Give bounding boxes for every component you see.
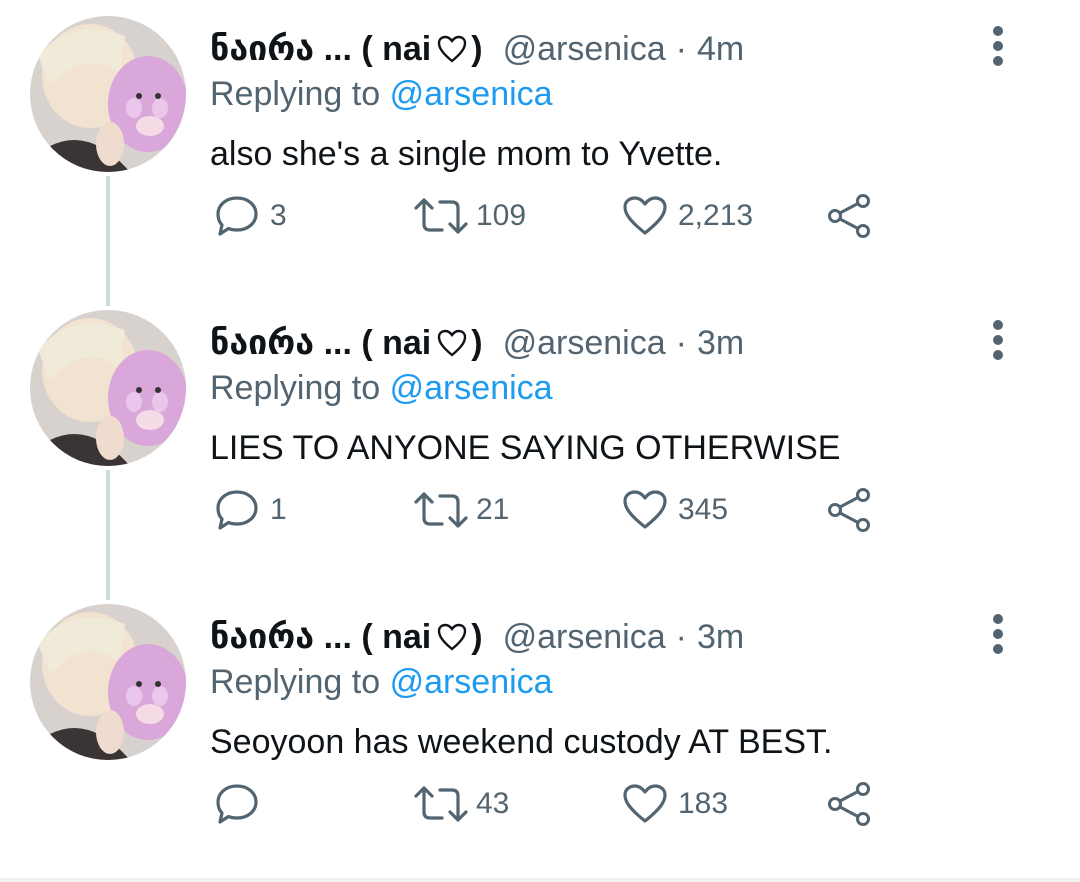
avatar[interactable] xyxy=(30,310,186,466)
replying-to-mention[interactable]: @arsenica xyxy=(390,75,553,113)
reply-count: 3 xyxy=(270,199,287,232)
replying-to-label: Replying to xyxy=(210,369,381,407)
replying-to-label: Replying to xyxy=(210,663,381,701)
tweet[interactable]: ნაირა ... ( nai ) @arsenica · 3m Replyin… xyxy=(0,588,1080,882)
replying-to-label: Replying to xyxy=(210,75,381,113)
retweet-icon xyxy=(414,198,468,234)
heart-icon xyxy=(438,329,467,357)
retweet-icon xyxy=(414,492,468,528)
retweet-count: 21 xyxy=(476,493,510,526)
timestamp[interactable]: 3m xyxy=(697,318,744,368)
like-count: 345 xyxy=(678,493,729,526)
heart-icon xyxy=(438,35,467,63)
replying-to: Replying to @arsenica xyxy=(210,658,553,706)
action-bar: 1 21 345 xyxy=(0,484,1080,536)
tweet-text: Seoyoon has weekend custody AT BEST. xyxy=(210,723,833,761)
user-handle[interactable]: @arsenica xyxy=(503,24,666,74)
share-button[interactable] xyxy=(826,484,872,536)
share-icon xyxy=(828,488,870,532)
tweet[interactable]: ნაირა ... ( nai ) @arsenica · 3m Replyin… xyxy=(0,294,1080,588)
share-icon xyxy=(828,782,870,826)
tweet-text: LIES TO ANYONE SAYING OTHERWISE xyxy=(210,429,841,467)
like-button[interactable]: 2,213 xyxy=(622,190,753,242)
avatar[interactable] xyxy=(30,604,186,760)
avatar-image xyxy=(30,604,186,760)
like-button[interactable]: 183 xyxy=(622,778,728,830)
more-options-icon[interactable] xyxy=(984,24,1012,68)
action-bar: 3 109 2,213 xyxy=(0,190,1080,242)
tweet-text: also she's a single mom to Yvette. xyxy=(210,135,723,173)
replying-to-mention[interactable]: @arsenica xyxy=(390,663,553,701)
timestamp[interactable]: 4m xyxy=(697,24,744,74)
reply-icon xyxy=(216,196,258,236)
separator-dot: · xyxy=(675,324,687,362)
user-handle[interactable]: @arsenica xyxy=(503,318,666,368)
share-icon xyxy=(828,194,870,238)
tweet[interactable]: ნაირა ... ( nai ) @arsenica · 4m Replyin… xyxy=(0,0,1080,294)
avatar-image xyxy=(30,16,186,172)
display-name[interactable]: ნაირა ... ( nai xyxy=(210,24,431,74)
reply-icon xyxy=(216,490,258,530)
reply-button[interactable] xyxy=(214,778,270,830)
retweet-button[interactable]: 21 xyxy=(412,484,509,536)
divider xyxy=(0,878,1080,882)
like-icon xyxy=(623,784,667,823)
like-count: 183 xyxy=(678,787,729,820)
retweet-button[interactable]: 43 xyxy=(412,778,509,830)
heart-icon xyxy=(438,623,467,651)
display-name-close-paren: ) xyxy=(471,30,483,68)
share-button[interactable] xyxy=(826,190,872,242)
tweet-header: ნაირა ... ( nai ) @arsenica · 4m xyxy=(210,24,744,74)
like-icon xyxy=(623,196,667,235)
more-options-icon[interactable] xyxy=(984,318,1012,362)
avatar[interactable] xyxy=(30,16,186,172)
user-handle[interactable]: @arsenica xyxy=(503,612,666,662)
timestamp[interactable]: 3m xyxy=(697,612,744,662)
retweet-button[interactable]: 109 xyxy=(412,190,526,242)
replying-to: Replying to @arsenica xyxy=(210,364,553,412)
like-count: 2,213 xyxy=(678,199,754,232)
display-name-close-paren: ) xyxy=(471,324,483,362)
avatar-image xyxy=(30,310,186,466)
replying-to: Replying to @arsenica xyxy=(210,70,553,118)
tweet-header: ნაირა ... ( nai ) @arsenica · 3m xyxy=(210,612,744,662)
action-bar: 43 183 xyxy=(0,778,1080,830)
display-name-close-paren: ) xyxy=(471,618,483,656)
reply-icon xyxy=(216,784,258,824)
separator-dot: · xyxy=(675,30,687,68)
tweet-header: ნაირა ... ( nai ) @arsenica · 3m xyxy=(210,318,744,368)
reply-button[interactable]: 3 xyxy=(214,190,287,242)
display-name[interactable]: ნაირა ... ( nai xyxy=(210,318,431,368)
share-button[interactable] xyxy=(826,778,872,830)
reply-count: 1 xyxy=(270,493,287,526)
like-icon xyxy=(623,490,667,529)
like-button[interactable]: 345 xyxy=(622,484,728,536)
reply-button[interactable]: 1 xyxy=(214,484,287,536)
separator-dot: · xyxy=(675,618,687,656)
retweet-count: 43 xyxy=(476,787,510,820)
display-name[interactable]: ნაირა ... ( nai xyxy=(210,612,431,662)
more-options-icon[interactable] xyxy=(984,612,1012,656)
replying-to-mention[interactable]: @arsenica xyxy=(390,369,553,407)
retweet-icon xyxy=(414,786,468,822)
retweet-count: 109 xyxy=(476,199,527,232)
